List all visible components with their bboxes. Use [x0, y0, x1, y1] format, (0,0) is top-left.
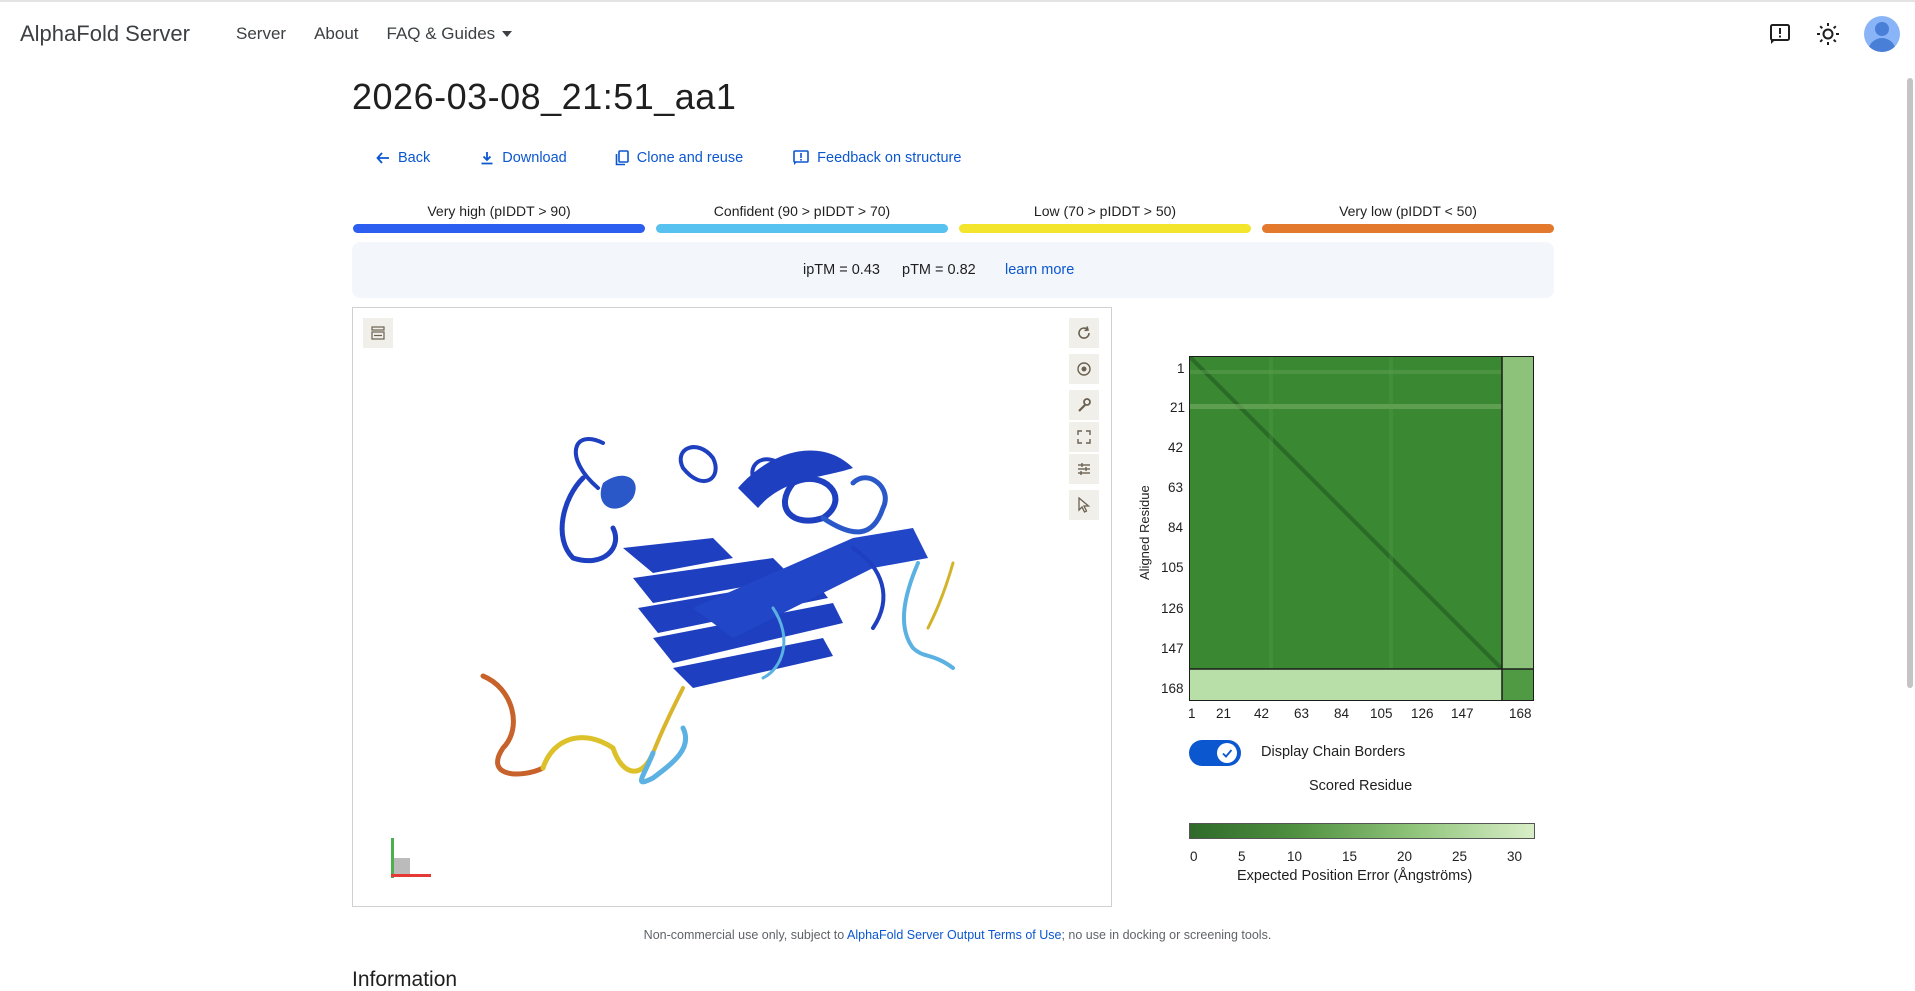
colorbar-tick: 25: [1452, 849, 1468, 864]
pae-y-axis-label: Aligned Residue: [1137, 485, 1152, 580]
nav-faq-guides[interactable]: FAQ & Guides: [387, 24, 513, 44]
colorbar-tick: 5: [1238, 849, 1246, 864]
check-icon: [1222, 749, 1233, 758]
legend-low-bar: [959, 224, 1251, 233]
select-cursor-icon[interactable]: [1069, 490, 1099, 520]
nav-about-label: About: [314, 24, 359, 43]
legend-confident: Confident (90 > pIDDT > 70): [656, 202, 948, 234]
colorbar-tick: 20: [1397, 849, 1413, 864]
legend-very-low-label: Very low (pIDDT < 50): [1339, 203, 1477, 219]
confidence-metrics: ipTM = 0.43 pTM = 0.82 learn more: [352, 242, 1554, 298]
arrow-back-icon: [376, 152, 389, 164]
wrench-icon[interactable]: [1069, 390, 1099, 420]
legend-very-high-bar: [353, 224, 645, 233]
back-button[interactable]: Back: [376, 150, 430, 166]
footnote-suffix: ; no use in docking or screening tools.: [1061, 928, 1272, 942]
x-tick: 105: [1370, 706, 1393, 721]
colorbar-tick: 10: [1287, 849, 1303, 864]
protein-structure-render[interactable]: [353, 308, 1113, 908]
plddt-legend: Very high (pIDDT > 90) Confident (90 > p…: [352, 202, 1554, 234]
avatar-body: [1868, 38, 1896, 52]
page-title: 2026-03-08_21:51_aa1: [352, 76, 737, 117]
x-tick: 63: [1294, 706, 1310, 721]
colorbar-tick: 15: [1342, 849, 1358, 864]
fullscreen-icon[interactable]: [1069, 422, 1099, 452]
legend-low: Low (70 > pIDDT > 50): [959, 202, 1251, 234]
y-tick: 147: [1161, 641, 1184, 656]
y-tick: 126: [1161, 601, 1184, 616]
legend-very-high-label: Very high (pIDDT > 90): [427, 203, 571, 219]
settings-sliders-icon[interactable]: [1069, 454, 1099, 484]
avatar-head: [1875, 22, 1889, 36]
y-tick: 1: [1177, 361, 1185, 376]
y-tick: 168: [1161, 681, 1184, 696]
legend-confident-label: Confident (90 > pIDDT > 70): [713, 203, 891, 219]
download-label: Download: [502, 150, 567, 166]
feedback-structure-button[interactable]: Feedback on structure: [793, 150, 961, 166]
chain-borders-label: Display Chain Borders: [1261, 744, 1406, 760]
iptm-value: ipTM = 0.43: [803, 262, 880, 278]
nav-server-label: Server: [236, 24, 287, 43]
nav-server[interactable]: Server: [236, 24, 286, 44]
app-header: AlphaFold Server Server About FAQ & Guid…: [0, 2, 1915, 64]
back-label: Back: [398, 150, 431, 166]
pae-heatmap[interactable]: [1189, 356, 1534, 701]
main-nav: Server About FAQ & Guides: [236, 24, 540, 44]
feedback-label: Feedback on structure: [817, 150, 962, 166]
x-tick: 21: [1216, 706, 1232, 721]
legend-low-label: Low (70 > pIDDT > 50): [1033, 203, 1177, 219]
brightness-icon[interactable]: [1814, 20, 1842, 48]
chain-borders-toggle[interactable]: [1189, 740, 1241, 766]
terms-footnote: Non-commercial use only, subject to Alph…: [0, 928, 1915, 942]
nav-about[interactable]: About: [314, 24, 358, 44]
download-icon: [481, 152, 493, 165]
y-tick: 21: [1170, 400, 1186, 415]
x-tick: 126: [1411, 706, 1434, 721]
learn-more-link[interactable]: learn more: [1005, 262, 1074, 278]
clone-label: Clone and reuse: [636, 150, 744, 166]
structure-viewer[interactable]: [352, 307, 1112, 907]
colorbar-tick: 0: [1190, 849, 1198, 864]
x-tick: 84: [1334, 706, 1350, 721]
copy-icon: [615, 150, 629, 166]
y-tick: 42: [1168, 440, 1184, 455]
colorbar-tick: 30: [1507, 849, 1523, 864]
legend-very-high: Very high (pIDDT > 90): [353, 202, 645, 234]
avatar[interactable]: [1864, 16, 1900, 52]
download-button[interactable]: Download: [480, 150, 567, 166]
colorbar-label: Expected Position Error (Ångströms): [1237, 868, 1473, 884]
clone-reuse-button[interactable]: Clone and reuse: [615, 150, 743, 166]
legend-confident-bar: [656, 224, 948, 233]
toggle-knob: [1217, 743, 1237, 763]
legend-very-low: Very low (pIDDT < 50): [1262, 202, 1554, 234]
y-tick: 84: [1168, 520, 1184, 535]
nav-faq-label: FAQ & Guides: [386, 24, 496, 43]
camera-icon[interactable]: [1069, 354, 1099, 384]
terms-link[interactable]: AlphaFold Server Output Terms of Use: [847, 928, 1061, 942]
x-tick: 168: [1509, 706, 1532, 721]
page-scrollbar[interactable]: [1907, 78, 1913, 688]
brand-title[interactable]: AlphaFold Server: [20, 21, 190, 47]
information-heading: Information: [352, 968, 458, 991]
footnote-prefix: Non-commercial use only, subject to: [643, 928, 847, 942]
feedback-icon: [793, 150, 809, 165]
ptm-value: pTM = 0.82: [902, 262, 976, 278]
legend-very-low-bar: [1262, 224, 1554, 233]
x-tick: 147: [1451, 706, 1474, 721]
y-tick: 105: [1161, 560, 1184, 575]
menu-icon[interactable]: [363, 318, 393, 348]
pae-x-axis-label: Scored Residue: [1309, 778, 1413, 794]
x-tick: 1: [1188, 706, 1196, 721]
rotate-icon[interactable]: [1069, 318, 1099, 348]
pae-colorbar: [1189, 823, 1535, 839]
y-tick: 63: [1168, 480, 1184, 495]
chevron-down-icon: [502, 31, 513, 37]
feedback-icon[interactable]: [1766, 20, 1794, 48]
action-bar: Back Download Clone and reuse Feedback o…: [376, 150, 961, 166]
x-tick: 42: [1254, 706, 1270, 721]
